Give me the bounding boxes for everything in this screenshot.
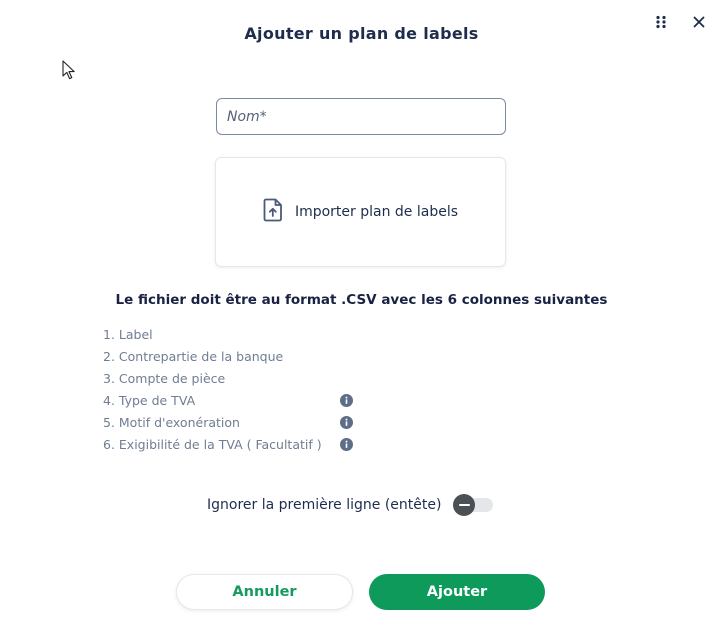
- toggle-off-icon: [453, 494, 476, 516]
- drag-handle-icon[interactable]: [651, 12, 671, 32]
- list-item: 4. Type de TVA: [103, 392, 383, 414]
- column-label: 3. Compte de pièce: [103, 371, 226, 386]
- column-label: 1. Label: [103, 327, 153, 342]
- column-list: 1. Label 2. Contrepartie de la banque 3.…: [103, 326, 383, 458]
- info-icon[interactable]: [340, 416, 353, 429]
- name-input[interactable]: [216, 98, 506, 135]
- import-label: Importer plan de labels: [294, 204, 459, 220]
- dialog-title: Ajouter un plan de labels: [244, 24, 479, 43]
- ignore-header-toggle[interactable]: [453, 494, 494, 516]
- column-label: 5. Motif d'exonération: [103, 415, 240, 430]
- dialog-header-actions: [651, 12, 709, 32]
- info-icon[interactable]: [340, 394, 353, 407]
- close-icon[interactable]: [689, 12, 709, 32]
- info-icon[interactable]: [340, 438, 353, 451]
- list-item: 1. Label: [103, 326, 383, 348]
- ignore-header-label: Ignorer la première ligne (entête): [207, 497, 442, 513]
- file-upload-icon: [263, 198, 283, 226]
- list-item: 5. Motif d'exonération: [103, 414, 383, 436]
- add-button[interactable]: Ajouter: [369, 574, 545, 610]
- ignore-header-row: Ignorer la première ligne (entête): [207, 494, 494, 516]
- mouse-cursor-icon: [62, 60, 76, 84]
- list-item: 6. Exigibilité de la TVA ( Facultatif ): [103, 436, 383, 458]
- import-file-button[interactable]: Importer plan de labels: [215, 157, 506, 267]
- list-item: 2. Contrepartie de la banque: [103, 348, 383, 370]
- column-label: 4. Type de TVA: [103, 393, 196, 408]
- column-label: 6. Exigibilité de la TVA ( Facultatif ): [103, 437, 322, 452]
- list-item: 3. Compte de pièce: [103, 370, 383, 392]
- format-heading: Le fichier doit être au format .CSV avec…: [115, 292, 608, 308]
- column-label: 2. Contrepartie de la banque: [103, 349, 284, 364]
- cancel-button[interactable]: Annuler: [176, 574, 353, 610]
